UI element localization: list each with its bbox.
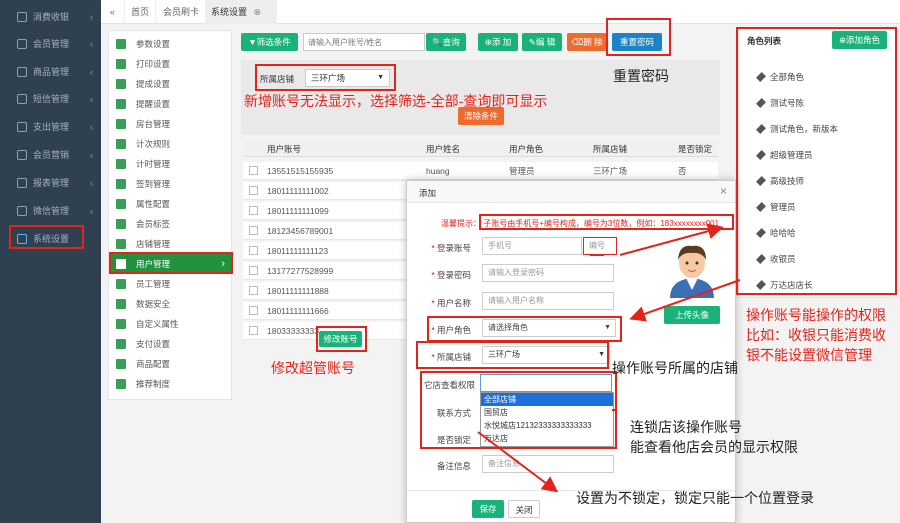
annotation-super-tip: 修改超管账号 — [271, 360, 355, 376]
annotation-store-tip: 操作账号所属的店铺 — [612, 360, 738, 376]
annotation-perm-2: 比如：收银只能消费收 — [746, 327, 886, 343]
annotation-chain-1: 连锁店该操作账号 — [630, 419, 742, 435]
annotation-reset-password: 重置密码 — [613, 68, 669, 84]
annotation-perm-1: 操作账号能操作的权限 — [746, 307, 886, 323]
annotation-chain-2: 能查看他店会员的显示权限 — [630, 439, 798, 455]
annotation-lock-tip: 设置为不锁定，锁定只能一个位置登录 — [576, 490, 814, 506]
annotation-filter-tip: 新增账号无法显示，选择筛选-全部-查询即可显示 — [244, 93, 548, 109]
annotation-perm-3: 银不能设置微信管理 — [746, 347, 872, 363]
